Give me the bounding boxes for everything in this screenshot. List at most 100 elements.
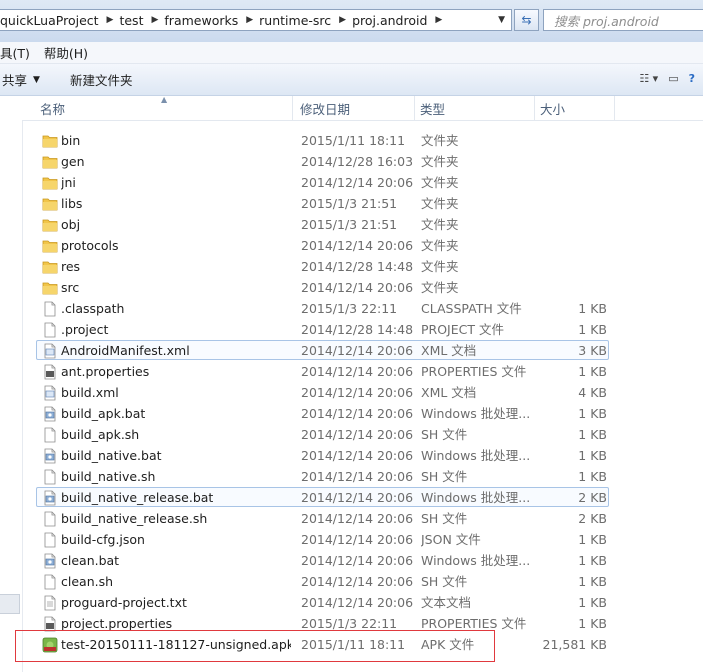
file-row[interactable]: build_native_release.bat 2014/12/14 20:06…: [36, 487, 609, 507]
file-size: 21,581 KB: [542, 637, 607, 652]
file-type: Windows 批处理...: [421, 490, 531, 505]
address-bar: quickLuaProject ▶ test ▶ frameworks ▶ runti…: [0, 0, 703, 42]
file-name: .classpath: [61, 301, 125, 316]
selection-highlight-box: [15, 630, 495, 662]
file-row[interactable]: bin 2015/1/11 18:11 文件夹: [36, 130, 609, 150]
file-row[interactable]: obj 2015/1/3 21:51 文件夹: [36, 214, 609, 234]
help-icon[interactable]: ?: [689, 72, 695, 85]
file-type: 文件夹: [421, 154, 459, 169]
menu-tools[interactable]: 具(T): [0, 43, 44, 62]
file-row[interactable]: src 2014/12/14 20:06 文件夹: [36, 277, 609, 297]
file-row[interactable]: build_native.bat 2014/12/14 20:06 Windows …: [36, 445, 609, 465]
new-folder-button[interactable]: 新建文件夹: [70, 70, 133, 89]
file-size: [527, 215, 607, 235]
file-size: 1 KB: [578, 448, 607, 463]
column-size[interactable]: 大小: [540, 96, 565, 120]
column-date[interactable]: 修改日期: [300, 96, 350, 120]
folder-icon: [42, 175, 58, 191]
file-date: 2014/12/14 20:06: [301, 469, 414, 484]
file-date: 2014/12/14 20:06: [301, 532, 414, 547]
file-row[interactable]: .project 2014/12/28 14:48 PROJECT 文件 1 KB: [36, 319, 609, 339]
xml-file-icon: [42, 343, 58, 359]
file-type: Windows 批处理...: [421, 553, 531, 568]
file-row[interactable]: build_apk.sh 2014/12/14 20:06 SH 文件 1 KB: [36, 424, 609, 444]
file-name: AndroidManifest.xml: [61, 343, 190, 358]
file-row[interactable]: res 2014/12/28 14:48 文件夹: [36, 256, 609, 276]
file-name: build-cfg.json: [61, 532, 145, 547]
file-row[interactable]: build-cfg.json 2014/12/14 20:06 JSON 文件 1 K…: [36, 529, 609, 549]
file-date: 2014/12/14 20:06: [301, 385, 414, 400]
file-size: 1 KB: [578, 469, 607, 484]
file-row[interactable]: build_native_release.sh 2014/12/14 20:06 S…: [36, 508, 609, 528]
file-type: XML 文档: [421, 343, 477, 358]
navigation-scroll-thumb[interactable]: [0, 594, 20, 614]
chevron-right-icon[interactable]: ▶: [107, 15, 114, 25]
file-row[interactable]: clean.bat 2014/12/14 20:06 Windows 批处理... 1…: [36, 550, 609, 570]
file-size: 1 KB: [578, 595, 607, 610]
file-row[interactable]: .classpath 2015/1/3 22:11 CLASSPATH 文件 1 KB: [36, 298, 609, 318]
file-row[interactable]: proguard-project.txt 2014/12/14 20:06 文本文档…: [36, 592, 609, 612]
file-list[interactable]: bin 2015/1/11 18:11 文件夹 gen 2014/12/28 16:03…: [22, 120, 703, 672]
new-folder-label: 新建文件夹: [69, 73, 133, 88]
file-name: libs: [61, 196, 83, 211]
file-date: 2014/12/14 20:06: [301, 406, 414, 421]
file-row[interactable]: AndroidManifest.xml 2014/12/14 20:06 XML 文…: [36, 340, 609, 360]
search-input[interactable]: 搜索 proj.android: [543, 9, 703, 31]
file-row[interactable]: libs 2015/1/3 21:51 文件夹: [36, 193, 609, 213]
bat-file-icon: [42, 448, 58, 464]
file-size: [527, 194, 607, 214]
file-date: 2015/1/3 22:11: [301, 301, 398, 316]
file-row[interactable]: build.xml 2014/12/14 20:06 XML 文档 4 KB: [36, 382, 609, 402]
breadcrumb[interactable]: quickLuaProject ▶ test ▶ frameworks ▶ runti…: [0, 9, 512, 31]
file-type: 文件夹: [421, 133, 459, 148]
column-divider[interactable]: [292, 96, 293, 120]
file-size: [527, 236, 607, 256]
blank-file-icon: [42, 301, 58, 317]
crumb-proj-android[interactable]: proj.android ▶: [346, 10, 442, 30]
navigation-pane[interactable]: [0, 96, 23, 672]
file-size: 1 KB: [578, 406, 607, 421]
crumb-frameworks[interactable]: frameworks ▶: [158, 10, 253, 30]
file-date: 2014/12/28 14:48: [301, 259, 414, 274]
crumb-label: quickLuaProject: [0, 12, 99, 28]
refresh-button[interactable]: ⇆: [514, 9, 539, 31]
crumb-runtime-src[interactable]: runtime-src ▶: [253, 10, 346, 30]
chevron-right-icon[interactable]: ▶: [339, 15, 346, 25]
crumb-label: runtime-src: [259, 12, 332, 28]
column-name[interactable]: 名称: [40, 96, 65, 120]
chevron-right-icon[interactable]: ▶: [151, 15, 158, 25]
crumb-quicklua[interactable]: quickLuaProject ▶: [0, 10, 113, 30]
column-divider[interactable]: [414, 96, 415, 120]
bat-file-icon: [42, 406, 58, 422]
preview-pane-icon[interactable]: ▭: [668, 72, 678, 85]
file-row[interactable]: clean.sh 2014/12/14 20:06 SH 文件 1 KB: [36, 571, 609, 591]
file-name: gen: [61, 154, 85, 169]
address-history-dropdown-icon[interactable]: ▼: [498, 15, 505, 25]
share-button[interactable]: 共享 ▼: [2, 70, 40, 89]
column-type[interactable]: 类型: [420, 96, 445, 120]
file-row[interactable]: ant.properties 2014/12/14 20:06 PROPERTIES…: [36, 361, 609, 381]
chevron-right-icon[interactable]: ▶: [246, 15, 253, 25]
file-size: 4 KB: [578, 385, 607, 400]
column-divider[interactable]: [614, 96, 615, 120]
file-row[interactable]: build_native.sh 2014/12/14 20:06 SH 文件 1 KB: [36, 466, 609, 486]
file-type: 文件夹: [421, 217, 459, 232]
file-row[interactable]: protocols 2014/12/14 20:06 文件夹: [36, 235, 609, 255]
menu-help[interactable]: 帮助(H): [44, 43, 102, 62]
file-type: CLASSPATH 文件: [421, 301, 522, 316]
file-date: 2014/12/14 20:06: [301, 238, 414, 253]
file-row[interactable]: build_apk.bat 2014/12/14 20:06 Windows 批处理…: [36, 403, 609, 423]
file-size: 3 KB: [578, 343, 607, 358]
command-bar: 共享 ▼ 新建文件夹 ☷ ▾ ▭ ?: [0, 64, 703, 96]
file-type: 文件夹: [421, 259, 459, 274]
column-divider[interactable]: [534, 96, 535, 120]
crumb-test[interactable]: test ▶: [113, 10, 158, 30]
file-name: bin: [61, 133, 81, 148]
file-name: build_native_release.bat: [61, 490, 214, 505]
file-row[interactable]: gen 2014/12/28 16:03 文件夹: [36, 151, 609, 171]
view-options-icon[interactable]: ☷ ▾: [639, 72, 658, 85]
chevron-right-icon[interactable]: ▶: [435, 15, 442, 25]
folder-icon: [42, 280, 58, 296]
file-size: 1 KB: [578, 532, 607, 547]
file-row[interactable]: jni 2014/12/14 20:06 文件夹: [36, 172, 609, 192]
